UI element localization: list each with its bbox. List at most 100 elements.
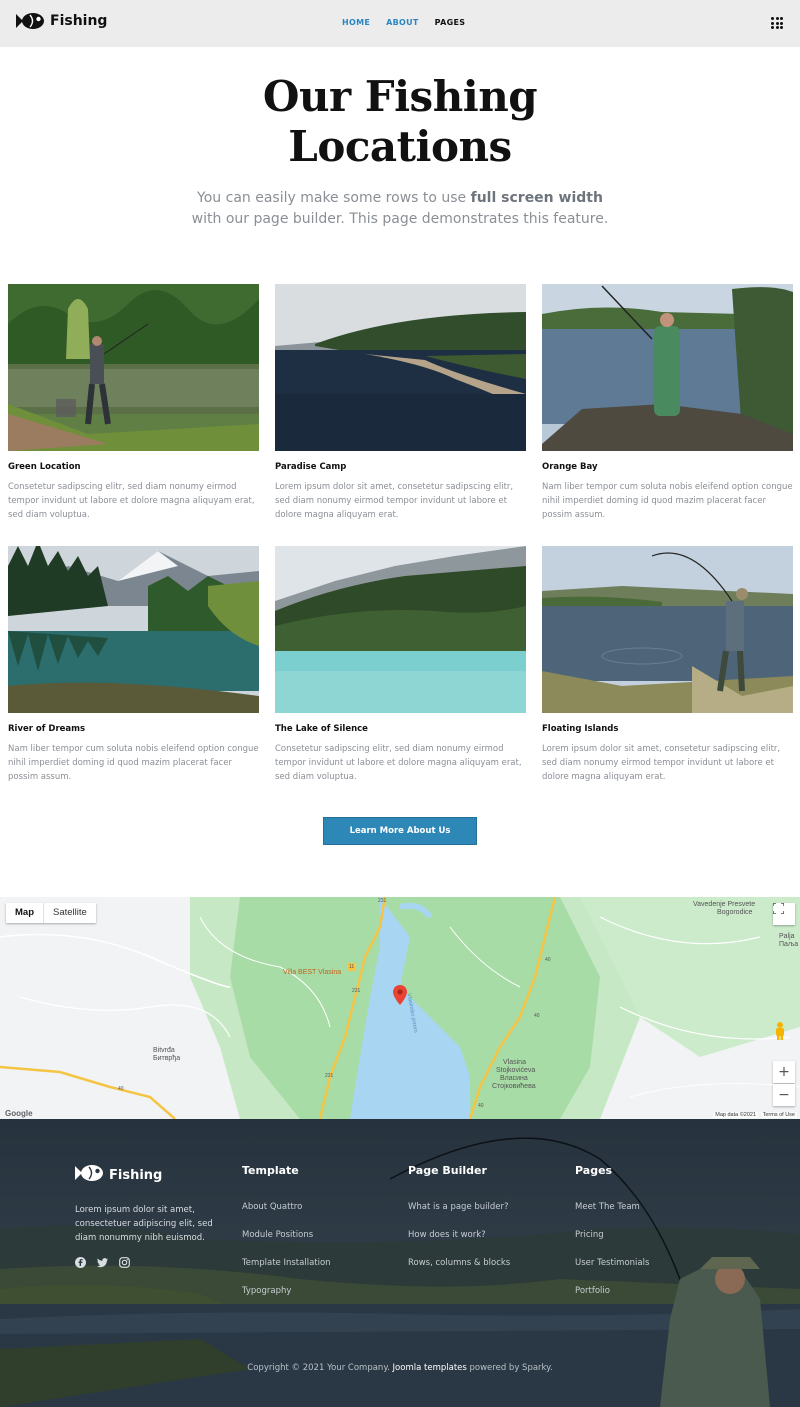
subtitle-bold: full screen width xyxy=(470,190,603,206)
location-card: River of Dreams Nam liber tempor cum sol… xyxy=(8,546,259,784)
footer-column-title: Page Builder xyxy=(408,1164,487,1177)
fullscreen-icon[interactable] xyxy=(773,903,795,925)
map-label-church-2: Bogorodice xyxy=(717,909,753,916)
location-card: The Lake of Silence Consetetur sadipscin… xyxy=(275,546,526,784)
footer-link[interactable]: Portfolio xyxy=(575,1277,649,1305)
footer-column-page-builder: Page Builder What is a page builder? How… xyxy=(408,1164,510,1277)
learn-more-button[interactable]: Learn More About Us xyxy=(323,817,477,845)
card-text: Nam liber tempor cum soluta nobis eleife… xyxy=(8,744,259,782)
map-label-vlasina-4: Стојковићева xyxy=(492,1083,536,1090)
footer-column-pages: Pages Meet The Team Pricing User Testimo… xyxy=(575,1164,649,1305)
road-badge: 40 xyxy=(545,957,551,963)
subtitle-text-end: with our page builder. This page demonst… xyxy=(191,211,609,227)
map-terms-link[interactable]: Terms of Use xyxy=(760,1112,797,1118)
footer-link[interactable]: Module Positions xyxy=(242,1221,331,1249)
footer-link[interactable]: Rows, columns & blocks xyxy=(408,1249,510,1277)
location-card: Floating Islands Lorem ipsum dolor sit a… xyxy=(542,546,793,784)
location-image-green[interactable] xyxy=(8,284,259,451)
card-title[interactable]: Floating Islands xyxy=(542,724,793,734)
grid-menu-icon[interactable] xyxy=(771,17,783,29)
card-title[interactable]: Paradise Camp xyxy=(275,462,526,472)
map-label-villa: Villa BEST Vlasina xyxy=(283,969,342,976)
joomla-templates-link[interactable]: Joomla templates xyxy=(393,1363,467,1373)
nav-home[interactable]: HOME xyxy=(342,18,370,27)
site-header: Fishing HOME ABOUT PAGES xyxy=(0,0,800,47)
map-type-satellite[interactable]: Satellite xyxy=(43,903,96,923)
pegman-icon[interactable] xyxy=(773,1021,795,1043)
location-card: Orange Bay Nam liber tempor cum soluta n… xyxy=(542,284,793,522)
copyright-text-end: powered by Sparky. xyxy=(466,1363,553,1373)
footer-logo-text: Fishing xyxy=(109,1168,163,1183)
copyright: Copyright © 2021 Your Company. Joomla te… xyxy=(0,1363,800,1373)
map-label-bitvrda-cyr: Битврђа xyxy=(153,1055,181,1062)
road-badge: 40 xyxy=(534,1013,540,1019)
footer-column-title: Template xyxy=(242,1164,299,1177)
map-label-bitvrda: Bitvrđa xyxy=(153,1047,175,1054)
social-links xyxy=(75,1255,130,1268)
footer-logo[interactable]: Fishing xyxy=(75,1164,162,1187)
location-image-orange[interactable] xyxy=(542,284,793,451)
instagram-icon[interactable] xyxy=(119,1255,130,1268)
road-badge: 231 xyxy=(325,1073,334,1079)
zoom-in-button[interactable]: + xyxy=(773,1061,795,1083)
road-badge: 231 xyxy=(352,988,361,994)
map-label-church: Vavedenje Presvete xyxy=(693,901,756,908)
card-text: Nam liber tempor cum soluta nobis eleife… xyxy=(542,482,793,520)
twitter-icon[interactable] xyxy=(97,1255,108,1268)
subtitle-text: You can easily make some rows to use xyxy=(197,190,471,206)
map-type-map[interactable]: Map xyxy=(6,903,43,923)
footer-link[interactable]: What is a page builder? xyxy=(408,1193,510,1221)
road-badge: 231 xyxy=(378,898,387,904)
footer-column-template: Template About Quattro Module Positions … xyxy=(242,1164,331,1305)
nav-pages[interactable]: PAGES xyxy=(435,18,466,27)
road-badge: 11 xyxy=(348,963,356,971)
card-text: Consetetur sadipscing elitr, sed diam no… xyxy=(275,744,522,782)
map-label-vlasina-3: Власина xyxy=(500,1075,528,1082)
page-title: Our Fishing Locations xyxy=(0,72,800,172)
page-subtitle: You can easily make some rows to use ful… xyxy=(190,188,610,230)
card-text: Consetetur sadipscing elitr, sed diam no… xyxy=(8,482,255,520)
google-logo: Google xyxy=(5,1109,33,1118)
card-title[interactable]: River of Dreams xyxy=(8,724,259,734)
zoom-out-button[interactable]: − xyxy=(773,1084,795,1106)
location-image-river[interactable] xyxy=(8,546,259,713)
copyright-text: Copyright © 2021 Your Company. xyxy=(247,1363,393,1373)
footer-link[interactable]: Pricing xyxy=(575,1221,649,1249)
map-label-vlasina-2: Stojkovićeva xyxy=(496,1067,536,1074)
title-line-2: Locations xyxy=(288,122,512,171)
map-type-control: Map Satellite xyxy=(6,903,96,923)
site-logo[interactable]: Fishing xyxy=(16,12,107,30)
footer-link[interactable]: Template Installation xyxy=(242,1249,331,1277)
facebook-icon[interactable] xyxy=(75,1255,86,1268)
footer-link[interactable]: About Quattro xyxy=(242,1193,331,1221)
footer-column-title: Pages xyxy=(575,1164,613,1177)
road-badge: 40 xyxy=(118,1086,124,1092)
map-label-palja-cyr: Паља xyxy=(779,941,799,948)
title-line-1: Our Fishing xyxy=(262,72,538,121)
card-title[interactable]: Green Location xyxy=(8,462,259,472)
card-text: Lorem ipsum dolor sit amet, consetetur s… xyxy=(542,744,781,782)
footer-link[interactable]: Meet The Team xyxy=(575,1193,649,1221)
footer-link[interactable]: User Testimonials xyxy=(575,1249,649,1277)
location-card: Green Location Consetetur sadipscing eli… xyxy=(8,284,259,522)
footer-about-text: Lorem ipsum dolor sit amet, consectetuer… xyxy=(75,1205,213,1243)
map-label-vlasina: Vlasina xyxy=(503,1059,526,1066)
main-nav: HOME ABOUT PAGES xyxy=(342,18,465,27)
footer-link[interactable]: Typography xyxy=(242,1277,331,1305)
location-image-paradise[interactable] xyxy=(275,284,526,451)
location-map[interactable]: Villa BEST Vlasina Bitvrđa Битврђа Vlasi… xyxy=(0,897,800,1119)
road-badge: 40 xyxy=(478,1103,484,1109)
map-label-palja: Palja xyxy=(779,933,795,940)
fish-logo-icon xyxy=(75,1164,103,1187)
logo-text: Fishing xyxy=(50,13,108,29)
fish-logo-icon xyxy=(16,12,44,30)
map-data-attribution: Map data ©2021 xyxy=(713,1112,758,1118)
location-image-silence[interactable] xyxy=(275,546,526,713)
location-image-floating[interactable] xyxy=(542,546,793,713)
nav-about[interactable]: ABOUT xyxy=(386,18,419,27)
footer-link[interactable]: How does it work? xyxy=(408,1221,510,1249)
card-title[interactable]: The Lake of Silence xyxy=(275,724,526,734)
card-title[interactable]: Orange Bay xyxy=(542,462,793,472)
location-card: Paradise Camp Lorem ipsum dolor sit amet… xyxy=(275,284,526,522)
card-text: Lorem ipsum dolor sit amet, consetetur s… xyxy=(275,482,514,520)
